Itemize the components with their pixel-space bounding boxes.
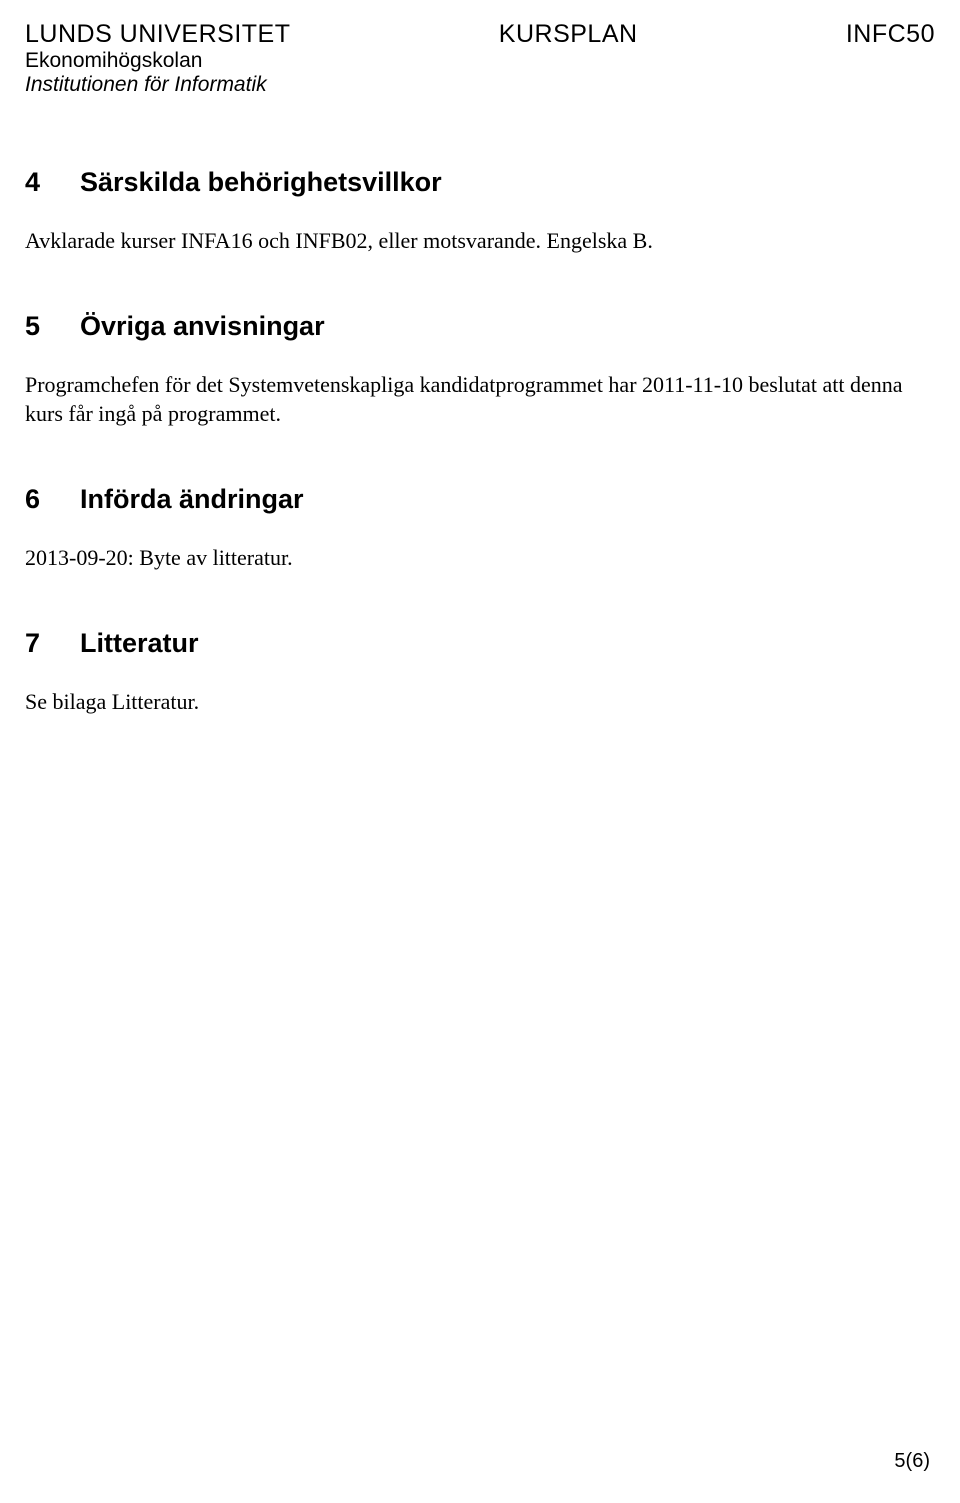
university-name: LUNDS UNIVERSITET (25, 20, 290, 49)
header-right: INFC50 (846, 20, 935, 49)
department-name: Institutionen för Informatik (25, 73, 290, 97)
section-title: Övriga anvisningar (80, 311, 935, 342)
section-7-body: Se bilaga Litteratur. (25, 687, 935, 717)
section-4-body: Avklarade kurser INFA16 och INFB02, elle… (25, 226, 935, 256)
section-7-heading: 7 Litteratur (25, 628, 935, 659)
page-number: 5(6) (894, 1450, 930, 1473)
school-name: Ekonomihögskolan (25, 49, 290, 73)
section-number: 4 (25, 167, 80, 198)
section-number: 5 (25, 311, 80, 342)
section-5-body: Programchefen för det Systemvetenskaplig… (25, 370, 935, 429)
section-title: Införda ändringar (80, 484, 935, 515)
course-code: INFC50 (846, 20, 935, 49)
section-6-body: 2013-09-20: Byte av litteratur. (25, 543, 935, 573)
main-content: 4 Särskilda behörighetsvillkor Avklarade… (25, 167, 935, 716)
section-4-heading: 4 Särskilda behörighetsvillkor (25, 167, 935, 198)
header-left: LUNDS UNIVERSITET Ekonomihögskolan Insti… (25, 20, 290, 97)
section-title: Särskilda behörighetsvillkor (80, 167, 935, 198)
page-header: LUNDS UNIVERSITET Ekonomihögskolan Insti… (25, 20, 935, 97)
section-title: Litteratur (80, 628, 935, 659)
header-center: KURSPLAN (290, 20, 845, 49)
section-5-heading: 5 Övriga anvisningar (25, 311, 935, 342)
section-number: 7 (25, 628, 80, 659)
section-6-heading: 6 Införda ändringar (25, 484, 935, 515)
section-number: 6 (25, 484, 80, 515)
document-type: KURSPLAN (290, 20, 845, 49)
